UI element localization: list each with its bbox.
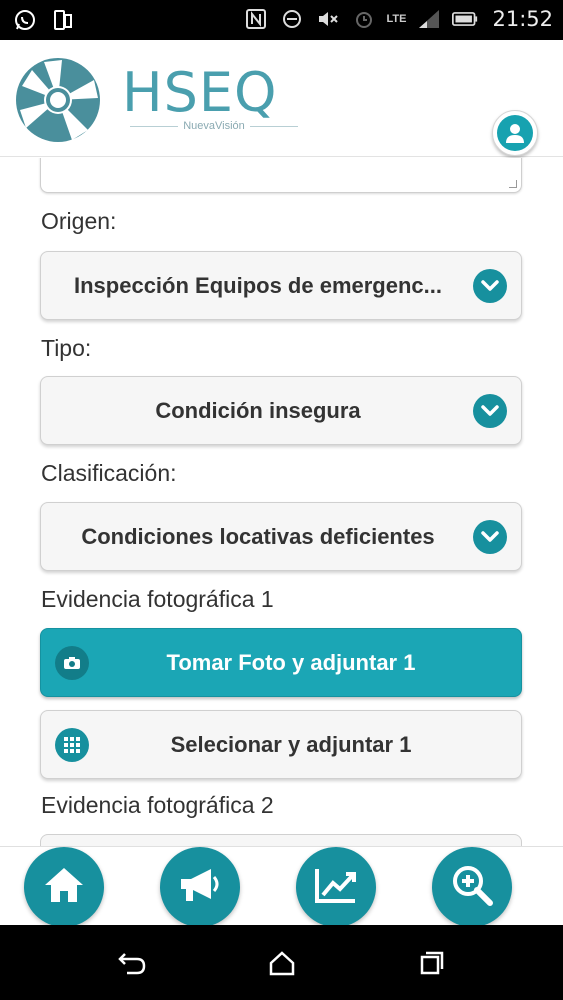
nfc-icon [243,6,269,32]
network-type: LTE [386,13,407,25]
grid-icon [55,728,89,762]
camera-icon [55,646,89,680]
clasificacion-select[interactable]: Condiciones locativas deficientes [40,502,522,571]
alarm-icon [351,6,377,32]
origen-label: Origen: [41,208,117,234]
app-header: HSEQ NuevaVisión [0,40,563,157]
tipo-label: Tipo: [41,335,92,361]
evidencia2-button-partial[interactable] [40,834,522,846]
description-textarea[interactable] [40,158,522,193]
chevron-down-icon [473,394,507,428]
brand-name: HSEQ [122,61,278,124]
origen-value: Inspección Equipos de emergenc... [74,272,442,298]
back-icon[interactable] [116,947,148,979]
profile-button[interactable] [492,110,538,156]
zoom-in-icon [450,863,494,912]
user-icon [497,115,533,151]
home-button[interactable] [24,847,104,927]
resize-handle-icon[interactable] [509,180,517,188]
clasificacion-label: Clasificación: [41,460,177,486]
evidencia1-label: Evidencia fotográfica 1 [41,586,274,612]
chevron-down-icon [473,269,507,303]
tagline-text: NuevaVisión [183,120,245,132]
mute-icon [315,6,341,32]
announcements-button[interactable] [160,847,240,927]
origen-select[interactable]: Inspección Equipos de emergenc... [40,251,522,320]
clock: 21:52 [492,7,553,31]
tipo-value: Condición insegura [155,397,361,423]
aperture-logo-icon [14,56,102,144]
megaphone-icon [177,865,223,910]
home-icon [42,865,86,910]
home-outline-icon[interactable] [266,947,298,979]
chevron-down-icon [473,520,507,554]
brand-tagline: NuevaVisión [130,120,298,132]
do-not-disturb-icon [279,6,305,32]
tipo-select[interactable]: Condición insegura [40,376,522,445]
evidencia2-label: Evidencia fotográfica 2 [41,792,274,818]
chart-trend-icon [313,865,359,910]
status-bar: LTE 21:52 [0,0,563,40]
signal-icon [416,6,442,32]
device-icon [50,7,76,33]
battery-icon [452,6,478,32]
take-photo-button[interactable]: Tomar Foto y adjuntar 1 [40,628,522,697]
select-attach-label: Selecionar y adjuntar 1 [170,731,412,757]
system-navigation-bar [0,925,563,1000]
take-photo-label: Tomar Foto y adjuntar 1 [166,649,416,675]
bottom-navigation [0,846,563,927]
clasificacion-value: Condiciones locativas deficientes [81,523,435,549]
form-content[interactable]: Origen: Inspección Equipos de emergenc..… [0,158,563,846]
recents-icon[interactable] [416,947,448,979]
statistics-button[interactable] [296,847,376,927]
search-zoom-button[interactable] [432,847,512,927]
whatsapp-icon [12,7,38,33]
select-attach-button[interactable]: Selecionar y adjuntar 1 [40,710,522,779]
